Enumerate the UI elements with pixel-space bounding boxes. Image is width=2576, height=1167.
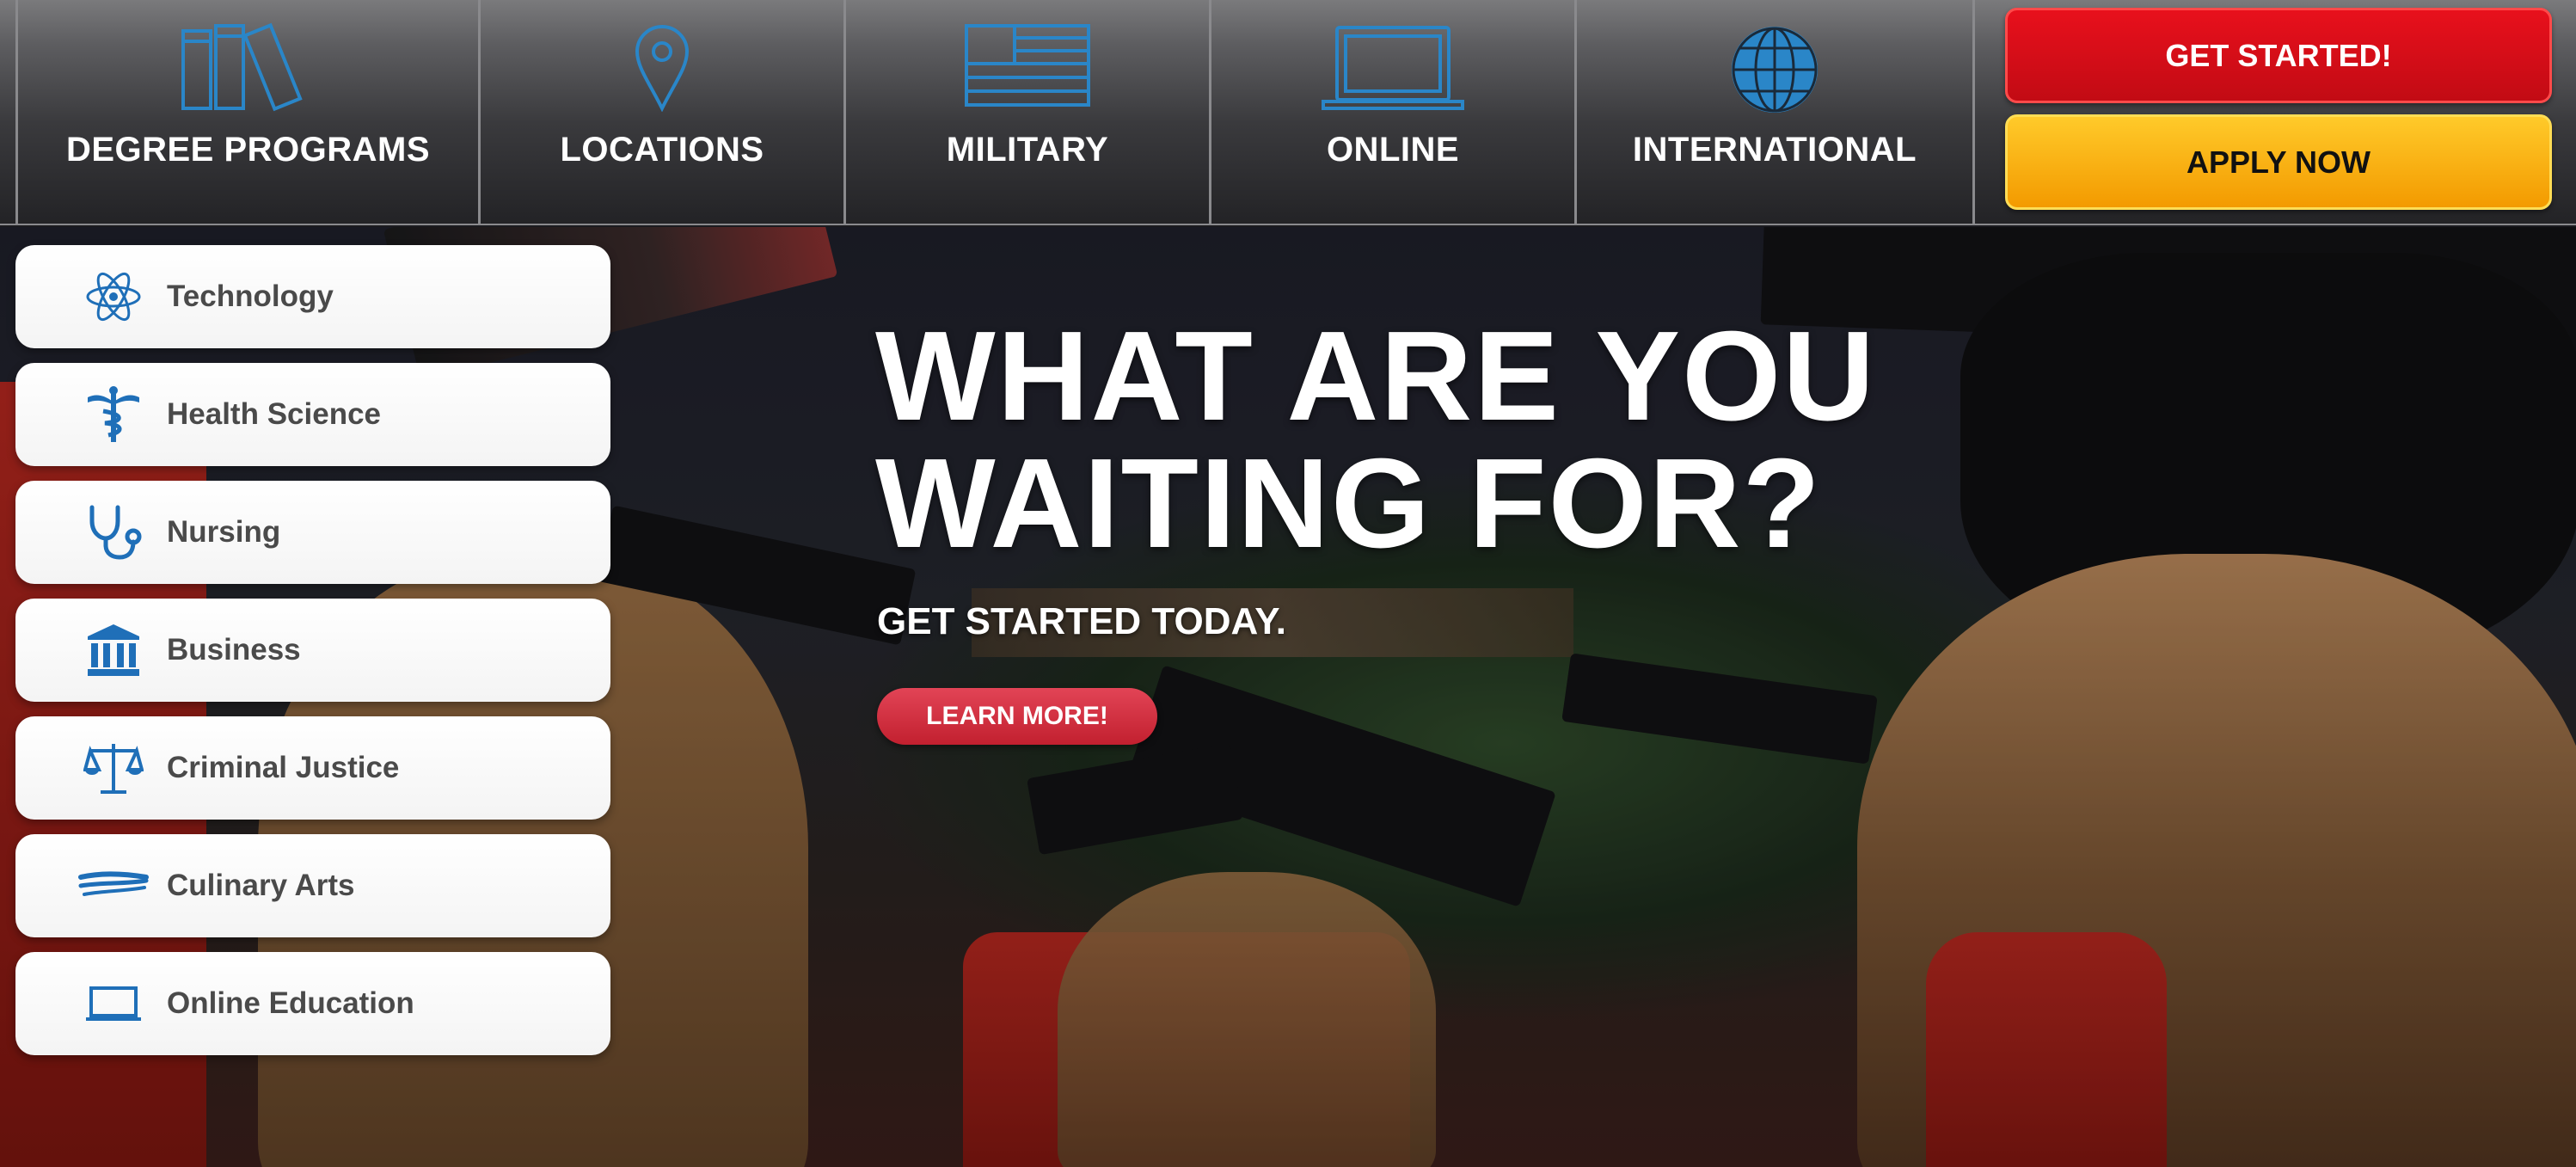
program-item-health-science[interactable]: Health Science [15,363,610,466]
nav-label-online: ONLINE [1326,131,1460,169]
nav-label-degree-programs: DEGREE PROGRAMS [65,131,431,169]
program-label: Nursing [167,515,281,549]
program-label: Culinary Arts [167,869,355,902]
apply-now-button[interactable]: APPLY NOW [2005,114,2552,210]
program-item-business[interactable]: Business [15,599,610,702]
program-item-nursing[interactable]: Nursing [15,481,610,584]
program-label: Business [167,633,301,666]
program-item-online-education[interactable]: Online Education [15,952,610,1055]
nav-international[interactable]: INTERNATIONAL [1574,0,1972,225]
program-label: Technology [167,279,334,313]
nav-label-locations: LOCATIONS [560,131,764,169]
atom-icon [65,269,162,324]
get-started-button[interactable]: GET STARTED! [2005,8,2552,103]
bank-icon [65,623,162,678]
program-label: Online Education [167,986,414,1020]
brush-strokes-icon [65,858,162,913]
program-item-criminal-justice[interactable]: Criminal Justice [15,716,610,820]
stethoscope-icon [65,505,162,560]
nav-military[interactable]: MILITARY [843,0,1209,225]
program-label: Criminal Justice [167,751,400,784]
learn-more-button[interactable]: LEARN MORE! [877,688,1157,745]
flag-icon [965,24,1090,107]
hero-headline-line1: WHAT ARE YOU [875,305,1877,447]
top-navigation: DEGREE PROGRAMS LOCATIONS MILITARY ONLIN… [0,0,2576,225]
books-icon [181,22,303,112]
program-item-technology[interactable]: Technology [15,245,610,348]
nav-locations[interactable]: LOCATIONS [478,0,843,225]
globe-icon [1732,27,1818,113]
nav-online[interactable]: ONLINE [1209,0,1574,225]
map-pin-icon [635,25,690,112]
caduceus-icon [65,386,162,442]
scales-icon [65,740,162,795]
hero-subheading: GET STARTED TODAY. [877,600,1286,642]
nav-label-military: MILITARY [946,131,1109,169]
program-item-culinary-arts[interactable]: Culinary Arts [15,834,610,937]
nav-label-international: INTERNATIONAL [1632,131,1917,169]
hero-headline: WHAT ARE YOU WAITING FOR? [875,313,1876,568]
laptop-icon [65,976,162,1031]
nav-divider [1972,0,1975,225]
laptop-icon [1322,26,1464,110]
program-label: Health Science [167,397,381,431]
hero-headline-line2: WAITING FOR? [875,433,1822,574]
nav-degree-programs[interactable]: DEGREE PROGRAMS [15,0,478,225]
